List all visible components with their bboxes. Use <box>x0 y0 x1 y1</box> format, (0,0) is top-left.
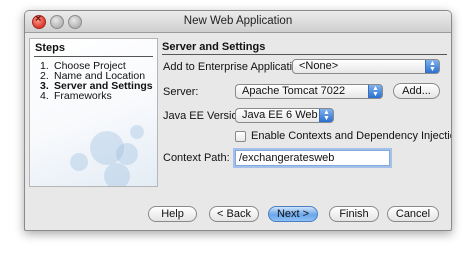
next-button[interactable]: Next > <box>268 206 318 222</box>
steps-list: 1. Choose Project 2. Name and Location 3. S… <box>30 61 157 102</box>
panel-title: Server and Settings <box>162 41 266 53</box>
context-path-input[interactable]: /exchangeratesweb <box>235 150 390 166</box>
title-bar[interactable]: New Web Application <box>25 11 451 33</box>
enterprise-app-select[interactable]: <None> ▲ ▼ <box>292 59 440 74</box>
context-path-label: Context Path: <box>163 152 230 164</box>
server-select[interactable]: Apache Tomcat 7022 ▲ ▼ <box>235 84 383 99</box>
server-value: Apache Tomcat 7022 <box>242 85 346 97</box>
bokeh-decoration <box>116 143 138 165</box>
step-label: Frameworks <box>54 90 112 102</box>
bokeh-decoration <box>70 153 88 171</box>
step-frameworks: 4. Frameworks <box>30 90 157 102</box>
java-ee-version-value: Java EE 6 Web <box>242 109 318 121</box>
enterprise-app-label: Add to Enterprise Application: <box>163 61 308 73</box>
back-button[interactable]: < Back <box>209 206 259 222</box>
step-number: 4. <box>40 90 49 102</box>
cdi-label[interactable]: Enable Contexts and Dependency Injection <box>251 130 451 142</box>
bokeh-decoration <box>104 163 130 186</box>
cancel-button[interactable]: Cancel <box>387 206 439 222</box>
enterprise-app-value: <None> <box>299 60 339 72</box>
window-title: New Web Application <box>183 15 293 27</box>
select-arrows-icon: ▲ ▼ <box>319 109 333 122</box>
finish-button[interactable]: Finish <box>329 206 379 222</box>
cdi-checkbox[interactable] <box>235 131 246 142</box>
steps-panel: Steps 1. Choose Project 2. Name and Locati… <box>29 38 158 187</box>
panel-divider <box>162 54 447 55</box>
bokeh-decoration <box>130 125 144 139</box>
help-button[interactable]: Help <box>148 206 197 222</box>
steps-divider <box>34 56 153 57</box>
java-ee-version-select[interactable]: Java EE 6 Web ▲ ▼ <box>235 108 334 123</box>
steps-heading: Steps <box>35 42 65 54</box>
new-web-application-dialog: New Web Application Steps 1.Choose Proje… <box>24 10 452 231</box>
add-server-button[interactable]: Add... <box>393 83 440 99</box>
select-arrows-icon: ▲ ▼ <box>425 60 439 73</box>
server-label: Server: <box>163 86 199 98</box>
settings-panel: Server and Settings Add to Enterprise Ap… <box>162 38 451 185</box>
select-arrows-icon: ▲ ▼ <box>368 85 382 98</box>
